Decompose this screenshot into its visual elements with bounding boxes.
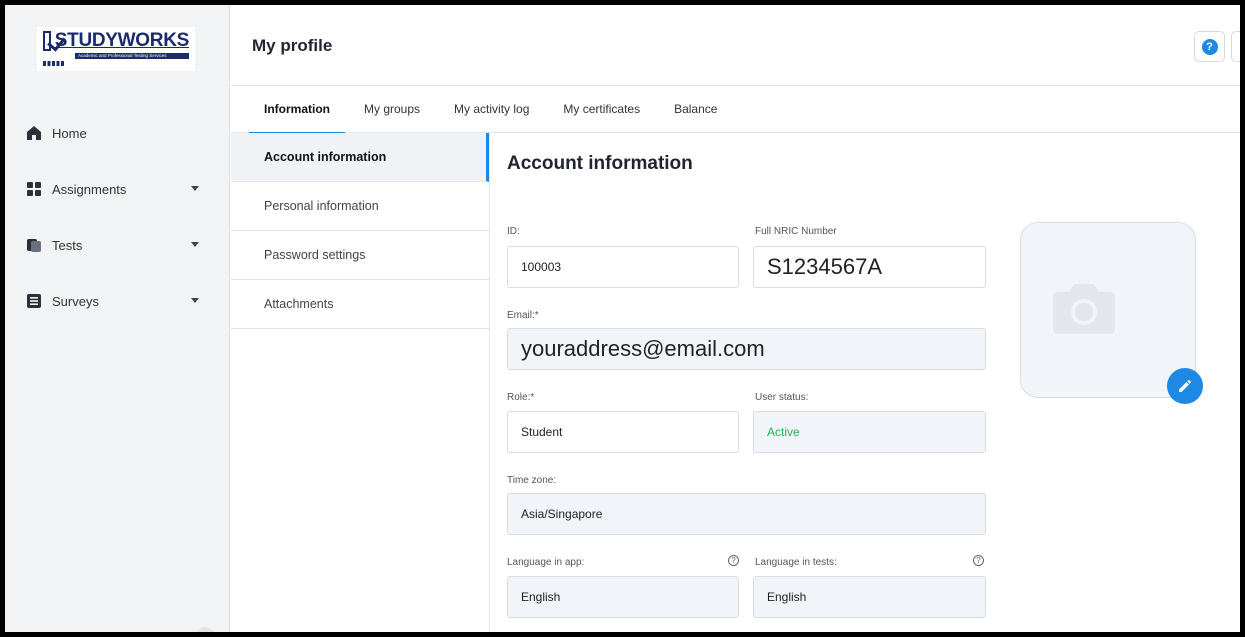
studyworks-logo[interactable]: STUDYWORKS Academic and Professional Tes…: [37, 27, 195, 71]
home-icon: [27, 126, 41, 140]
collapse-sidebar-button[interactable]: [195, 627, 215, 632]
sidebar-item-label: Tests: [52, 237, 83, 253]
role-field[interactable]: Student: [507, 411, 739, 453]
id-label: ID:: [507, 226, 520, 237]
submenu-password-settings[interactable]: Password settings: [231, 231, 489, 280]
id-field[interactable]: 100003: [507, 246, 739, 288]
edit-photo-button[interactable]: [1167, 368, 1203, 404]
surveys-icon: [27, 294, 41, 308]
language-tests-label: Language in tests:: [755, 557, 837, 568]
info-icon[interactable]: ?: [973, 555, 984, 566]
info-icon[interactable]: ?: [728, 555, 739, 566]
logo-text: STUDYWORKS: [54, 30, 190, 51]
language-app-label: Language in app:: [507, 557, 585, 568]
sidebar-item-label: Home: [52, 125, 87, 141]
sidebar-nav: Home Assignments Tests Surveys: [5, 105, 230, 329]
tab-balance[interactable]: Balance: [665, 87, 726, 133]
language-tests-field[interactable]: English: [753, 576, 986, 618]
email-label: Email:*: [507, 310, 539, 321]
help-button[interactable]: ?: [1194, 31, 1225, 62]
information-submenu: Account information Personal information…: [231, 133, 490, 632]
sidebar-item-home[interactable]: Home: [5, 105, 230, 161]
tab-my-certificates[interactable]: My certificates: [554, 87, 649, 133]
user-status-field: Active: [753, 411, 986, 453]
chevron-down-icon[interactable]: [191, 186, 199, 191]
tab-information[interactable]: Information: [249, 87, 345, 134]
logo-dots-icon: [43, 61, 65, 66]
logo-checkbox-icon: [43, 31, 51, 51]
language-app-field[interactable]: English: [507, 576, 739, 618]
logo-tagline: Academic and Professional Testing Servic…: [75, 53, 189, 59]
nric-field[interactable]: S1234567A: [753, 246, 986, 288]
nric-label: Full NRIC Number: [755, 226, 837, 237]
submenu-account-information[interactable]: Account information: [231, 133, 489, 182]
header-menu-button[interactable]: [1231, 31, 1240, 62]
page-title: My profile: [252, 36, 333, 55]
timezone-label: Time zone:: [507, 475, 557, 486]
page-header: My profile ?: [231, 5, 1240, 86]
assignments-icon: [27, 182, 41, 196]
email-field[interactable]: youraddress@email.com: [507, 328, 986, 370]
role-label: Role:*: [507, 392, 535, 403]
user-status-label: User status:: [755, 392, 809, 403]
section-title: Account information: [507, 153, 693, 174]
tab-my-groups[interactable]: My groups: [355, 87, 429, 133]
sidebar-item-tests[interactable]: Tests: [5, 217, 230, 273]
chevron-down-icon[interactable]: [191, 242, 199, 247]
sidebar: STUDYWORKS Academic and Professional Tes…: [5, 5, 230, 632]
sidebar-item-assignments[interactable]: Assignments: [5, 161, 230, 217]
sidebar-item-label: Surveys: [52, 293, 99, 309]
tab-my-activity-log[interactable]: My activity log: [445, 87, 538, 133]
submenu-attachments[interactable]: Attachments: [231, 280, 489, 329]
camera-icon: [1053, 284, 1115, 334]
submenu-personal-information[interactable]: Personal information: [231, 182, 489, 231]
help-icon: ?: [1201, 38, 1218, 55]
tests-icon: [27, 239, 41, 252]
chevron-down-icon[interactable]: [191, 298, 199, 303]
sidebar-item-surveys[interactable]: Surveys: [5, 273, 230, 329]
timezone-field[interactable]: Asia/Singapore: [507, 493, 986, 535]
profile-tabs: Information My groups My activity log My…: [231, 87, 1240, 134]
sidebar-item-label: Assignments: [52, 181, 127, 197]
pencil-icon: [1179, 379, 1192, 392]
